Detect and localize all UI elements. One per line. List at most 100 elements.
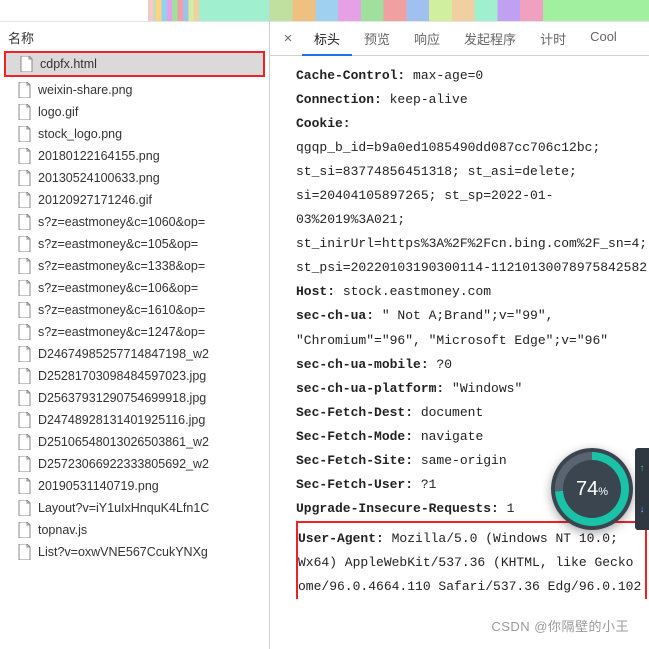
network-file-panel: 名称 cdpfx.html weixin-share.png logo.gif sto…	[0, 0, 270, 649]
file-icon	[18, 522, 32, 538]
file-row[interactable]: 20130524100633.png	[0, 167, 269, 189]
tab-bar: × 标头预览响应发起程序计时Cool	[270, 22, 649, 56]
header-key: Sec-Fetch-User:	[296, 477, 413, 492]
file-icon	[18, 214, 32, 230]
file-name: logo.gif	[38, 105, 78, 119]
header-value: document	[413, 405, 483, 420]
file-name: s?z=eastmoney&c=1610&op=	[38, 303, 205, 317]
file-icon	[18, 346, 32, 362]
file-row[interactable]: D24674985257714847198_w2	[0, 343, 269, 365]
file-icon	[18, 148, 32, 164]
tab-计时[interactable]: 计时	[528, 21, 578, 56]
file-row[interactable]: s?z=eastmoney&c=1247&op=	[0, 321, 269, 343]
file-name: 20190531140719.png	[38, 479, 159, 493]
file-icon	[20, 56, 34, 72]
gauge-value: 74%	[576, 478, 608, 501]
file-row[interactable]: s?z=eastmoney&c=106&op=	[0, 277, 269, 299]
file-icon	[18, 368, 32, 384]
file-icon	[18, 412, 32, 428]
header-row: Connection: keep-alive	[296, 88, 649, 112]
gauge-side-tab[interactable]: ↑ ↓	[635, 448, 649, 530]
file-icon	[18, 390, 32, 406]
file-row[interactable]: D25106548013026503861_w2	[0, 431, 269, 453]
file-name: s?z=eastmoney&c=1060&op=	[38, 215, 205, 229]
header-key: Cache-Control:	[296, 68, 405, 83]
file-row[interactable]: List?v=oxwVNE567CcukYNXg	[0, 541, 269, 563]
header-value: ?0	[429, 357, 452, 372]
performance-gauge[interactable]: 74%	[551, 448, 633, 530]
arrow-down-icon: ↓	[635, 489, 649, 530]
header-key: Host:	[296, 284, 335, 299]
file-row[interactable]: 20190531140719.png	[0, 475, 269, 497]
header-row: Cache-Control: max-age=0	[296, 64, 649, 88]
file-name: D25637931290754699918.jpg	[38, 391, 206, 405]
file-row[interactable]: D25637931290754699918.jpg	[0, 387, 269, 409]
file-list: cdpfx.html weixin-share.png logo.gif stock_…	[0, 51, 269, 649]
file-icon	[18, 302, 32, 318]
headers-view[interactable]: Cache-Control: max-age=0Connection: keep…	[270, 56, 649, 649]
user-agent-highlight: User-Agent: Mozilla/5.0 (Windows NT 10.0…	[296, 521, 647, 599]
file-name: D25106548013026503861_w2	[38, 435, 209, 449]
file-row[interactable]: topnav.js	[0, 519, 269, 541]
file-row[interactable]: s?z=eastmoney&c=105&op=	[0, 233, 269, 255]
file-row[interactable]: 20180122164155.png	[0, 145, 269, 167]
file-name: D25281703098484597023.jpg	[38, 369, 206, 383]
file-icon	[18, 434, 32, 450]
file-icon	[18, 104, 32, 120]
file-icon	[18, 170, 32, 186]
tab-标头[interactable]: 标头	[302, 21, 352, 56]
file-row[interactable]: D25723066922333805692_w2	[0, 453, 269, 475]
tab-响应[interactable]: 响应	[402, 21, 452, 56]
file-icon	[18, 324, 32, 340]
header-key: sec-ch-ua-platform:	[296, 381, 444, 396]
column-header-name[interactable]: 名称	[0, 22, 269, 51]
file-row[interactable]: s?z=eastmoney&c=1338&op=	[0, 255, 269, 277]
tab-发起程序[interactable]: 发起程序	[452, 21, 528, 56]
header-key: Sec-Fetch-Site:	[296, 453, 413, 468]
header-value: max-age=0	[405, 68, 483, 83]
header-value: ?1	[413, 477, 436, 492]
header-row: sec-ch-ua-mobile: ?0	[296, 353, 649, 377]
header-value: same-origin	[413, 453, 507, 468]
header-value: stock.eastmoney.com	[335, 284, 491, 299]
header-value: navigate	[413, 429, 483, 444]
file-name: s?z=eastmoney&c=105&op=	[38, 237, 198, 251]
file-name: D24674985257714847198_w2	[38, 347, 209, 361]
file-name: s?z=eastmoney&c=106&op=	[38, 281, 198, 295]
file-row[interactable]: D25281703098484597023.jpg	[0, 365, 269, 387]
file-name: s?z=eastmoney&c=1338&op=	[38, 259, 205, 273]
details-panel: × 标头预览响应发起程序计时Cool Cache-Control: max-ag…	[270, 0, 649, 649]
file-row[interactable]: stock_logo.png	[0, 123, 269, 145]
header-row: Host: stock.eastmoney.com	[296, 280, 649, 304]
header-key: Cookie:	[296, 116, 351, 131]
tab-Cool[interactable]: Cool	[578, 21, 629, 56]
file-icon	[18, 82, 32, 98]
file-icon	[18, 500, 32, 516]
file-row[interactable]: cdpfx.html	[6, 53, 263, 75]
tab-预览[interactable]: 预览	[352, 21, 402, 56]
arrow-up-icon: ↑	[635, 448, 649, 489]
file-icon	[18, 280, 32, 296]
file-row[interactable]: 20120927171246.gif	[0, 189, 269, 211]
header-row: sec-ch-ua: " Not A;Brand";v="99", "Chrom…	[296, 304, 649, 352]
file-row[interactable]: logo.gif	[0, 101, 269, 123]
file-row[interactable]: s?z=eastmoney&c=1060&op=	[0, 211, 269, 233]
close-icon[interactable]: ×	[274, 30, 302, 47]
file-row[interactable]: Layout?v=iY1uIxHnquK4Lfn1C	[0, 497, 269, 519]
header-row: Sec-Fetch-Dest: document	[296, 401, 649, 425]
file-row[interactable]: s?z=eastmoney&c=1610&op=	[0, 299, 269, 321]
file-name: 20120927171246.gif	[38, 193, 152, 207]
file-name: weixin-share.png	[38, 83, 133, 97]
file-name: List?v=oxwVNE567CcukYNXg	[38, 545, 208, 559]
file-row[interactable]: D24748928131401925116.jpg	[0, 409, 269, 431]
file-name: 20130524100633.png	[38, 171, 160, 185]
header-key: Sec-Fetch-Mode:	[296, 429, 413, 444]
file-name: Layout?v=iY1uIxHnquK4Lfn1C	[38, 501, 209, 515]
file-row[interactable]: weixin-share.png	[0, 79, 269, 101]
header-row: Sec-Fetch-Mode: navigate	[296, 425, 649, 449]
file-name: topnav.js	[38, 523, 87, 537]
header-row: Cookie: qgqp_b_id=b9a0ed1085490dd087cc70…	[296, 112, 649, 280]
file-icon	[18, 192, 32, 208]
file-icon	[18, 236, 32, 252]
file-icon	[18, 258, 32, 274]
